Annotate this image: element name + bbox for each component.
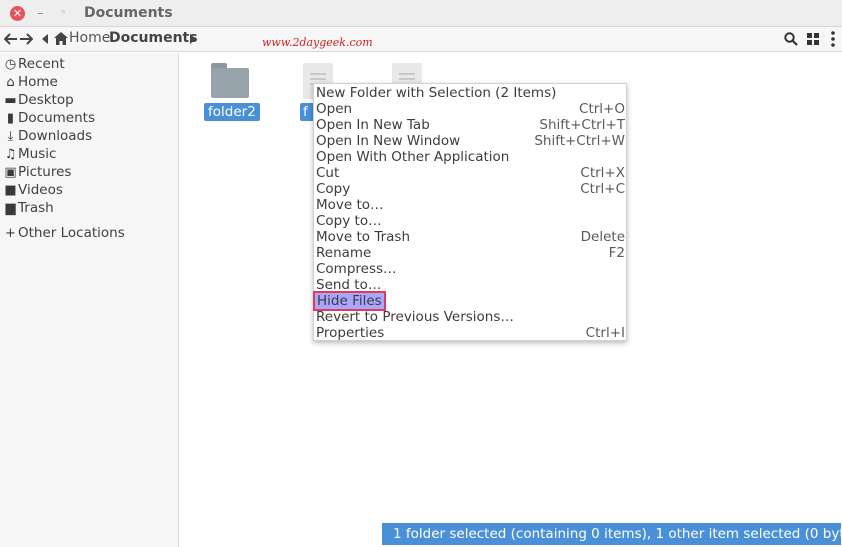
close-button[interactable]: ✕: [10, 6, 25, 21]
sidebar-item-label: Documents: [18, 110, 95, 126]
menu-dots-icon[interactable]: [831, 31, 835, 47]
menu-item-properties[interactable]: Properties Ctrl+I: [316, 325, 626, 341]
home-icon: ⌂: [6, 75, 15, 90]
maximize-button[interactable]: ◦: [56, 6, 71, 21]
menu-item-new-folder-with-selection[interactable]: New Folder with Selection (2 Items): [316, 85, 626, 101]
trash-icon: ▆: [5, 201, 16, 216]
breadcrumb-current[interactable]: Documents: [109, 30, 198, 46]
sidebar-item-recent[interactable]: ◷ Recent: [3, 56, 65, 74]
sidebar-item-documents[interactable]: ▮ Documents: [3, 110, 95, 128]
minimize-icon: –: [37, 6, 44, 21]
folder-icon[interactable]: [211, 63, 249, 98]
status-bar: 1 folder selected (containing 0 items), …: [382, 523, 842, 545]
grid-view-icon[interactable]: [807, 33, 819, 45]
breadcrumb-home[interactable]: Home: [69, 30, 110, 46]
home-icon: [54, 32, 68, 45]
sidebar-item-label: Recent: [18, 56, 65, 72]
arrow-right-icon[interactable]: [19, 33, 33, 45]
sidebar-item-trash[interactable]: ▆ Trash: [3, 200, 54, 218]
chevron-left-icon[interactable]: [42, 34, 49, 44]
sidebar-item-label: Desktop: [18, 92, 74, 108]
window-title: Documents: [84, 5, 173, 21]
desktop-icon: ▬: [4, 93, 17, 108]
menu-item-move-to-trash[interactable]: Move to Trash Delete: [316, 229, 626, 245]
file-label[interactable]: f: [300, 103, 314, 121]
search-icon[interactable]: [784, 32, 798, 46]
sidebar-item-label: Home: [18, 74, 58, 90]
sidebar-item-music[interactable]: ♫ Music: [3, 146, 57, 164]
menu-item-open-with-other[interactable]: Open With Other Application: [316, 149, 626, 165]
title-bar: ✕ – ◦ Documents: [0, 0, 842, 27]
plus-icon: +: [5, 226, 16, 241]
sidebar-item-label: Other Locations: [18, 225, 125, 241]
menu-item-open[interactable]: Open Ctrl+O: [316, 101, 626, 117]
toolbar: Home Documents www.2daygeek.com: [0, 27, 842, 52]
menu-item-revert-versions[interactable]: Revert to Previous Versions…: [316, 309, 626, 325]
music-icon: ♫: [4, 147, 17, 162]
sidebar-item-label: Music: [18, 146, 57, 162]
menu-item-move-to[interactable]: Move to…: [316, 197, 626, 213]
sidebar: ◷ Recent ⌂ Home ▬Desktop ▮ Documents ⤓ Downl…: [0, 53, 179, 547]
chevron-right-icon[interactable]: [190, 34, 197, 44]
close-icon: ✕: [12, 7, 23, 20]
sidebar-item-desktop[interactable]: ▬Desktop: [3, 92, 74, 110]
video-icon: ■: [4, 183, 17, 198]
sidebar-item-home[interactable]: ⌂ Home: [3, 74, 58, 92]
sidebar-item-pictures[interactable]: ▣Pictures: [3, 164, 71, 182]
menu-item-copy-to[interactable]: Copy to…: [316, 213, 626, 229]
menu-item-open-new-window[interactable]: Open In New Window Shift+Ctrl+W: [316, 133, 626, 149]
folder2-label[interactable]: folder2: [204, 103, 260, 121]
menu-item-compress[interactable]: Compress…: [316, 261, 626, 277]
menu-item-copy[interactable]: Copy Ctrl+C: [316, 181, 626, 197]
context-menu: New Folder with Selection (2 Items) Open…: [313, 83, 627, 341]
menu-item-rename[interactable]: Rename F2: [316, 245, 626, 261]
menu-item-send-to[interactable]: Send to…: [316, 277, 626, 293]
menu-item-cut[interactable]: Cut Ctrl+X: [316, 165, 626, 181]
menu-item-open-new-tab[interactable]: Open In New Tab Shift+Ctrl+T: [316, 117, 626, 133]
watermark: www.2daygeek.com: [262, 36, 373, 49]
sidebar-item-videos[interactable]: ■Videos: [3, 182, 63, 200]
arrow-left-icon[interactable]: [4, 33, 18, 45]
sidebar-item-label: Videos: [18, 182, 63, 198]
sidebar-item-other-locations[interactable]: + Other Locations: [3, 225, 125, 243]
document-icon: ▮: [6, 111, 15, 126]
maximize-icon: ◦: [60, 8, 67, 18]
picture-icon: ▣: [4, 165, 17, 180]
sidebar-item-label: Pictures: [18, 164, 72, 180]
download-icon: ⤓: [7, 129, 14, 144]
sidebar-item-label: Downloads: [18, 128, 93, 144]
clock-icon: ◷: [4, 57, 17, 72]
sidebar-item-label: Trash: [18, 200, 54, 216]
sidebar-item-downloads[interactable]: ⤓ Downloads: [3, 128, 93, 146]
menu-item-hide-files[interactable]: Hide Files: [313, 291, 626, 311]
minimize-button[interactable]: –: [33, 6, 48, 21]
